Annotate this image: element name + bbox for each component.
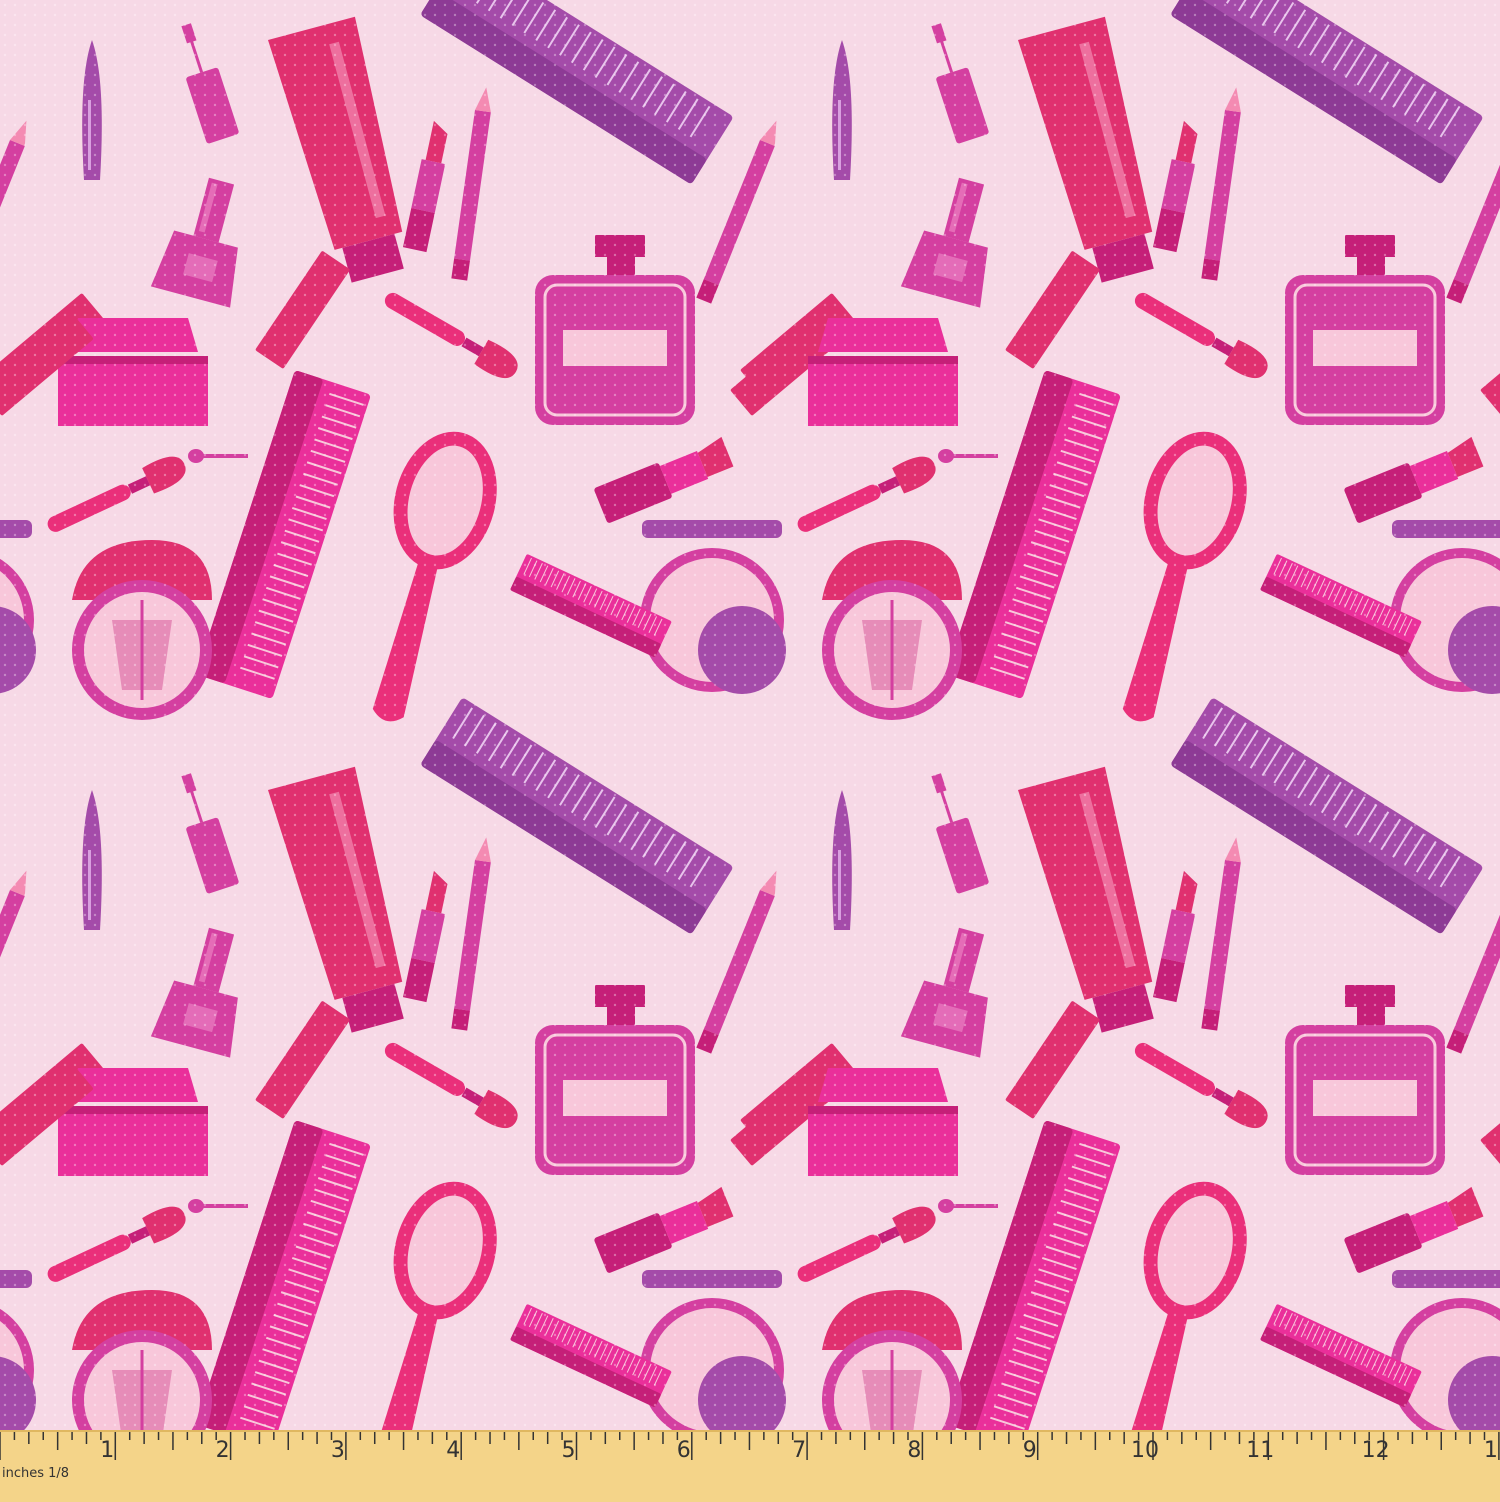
weave-texture xyxy=(0,0,1500,1430)
ruler-number: 10 xyxy=(1131,1438,1159,1463)
ruler-number: 7 xyxy=(792,1438,807,1463)
ruler-number: 8 xyxy=(907,1438,922,1463)
ruler-number: 11 xyxy=(1246,1438,1275,1463)
ruler-number: 6 xyxy=(676,1438,691,1463)
ruler-number: 9 xyxy=(1022,1438,1037,1463)
ruler-number: 12 xyxy=(1361,1438,1390,1463)
ruler-number: 1 xyxy=(1483,1438,1498,1463)
ruler-unit-label: inches 1/8 xyxy=(2,1466,70,1481)
ruler-number: 4 xyxy=(446,1438,461,1463)
measuring-ruler: 1 2 3 4 5 6 7 8 9 10 11 12 1 inches 1/8 xyxy=(0,1430,1500,1502)
ruler-number: 2 xyxy=(215,1438,230,1463)
ruler-number: 1 xyxy=(100,1438,115,1463)
fabric-pattern xyxy=(0,0,1500,1500)
ruler-number: 3 xyxy=(330,1438,345,1463)
ruler-number: 5 xyxy=(561,1438,576,1463)
